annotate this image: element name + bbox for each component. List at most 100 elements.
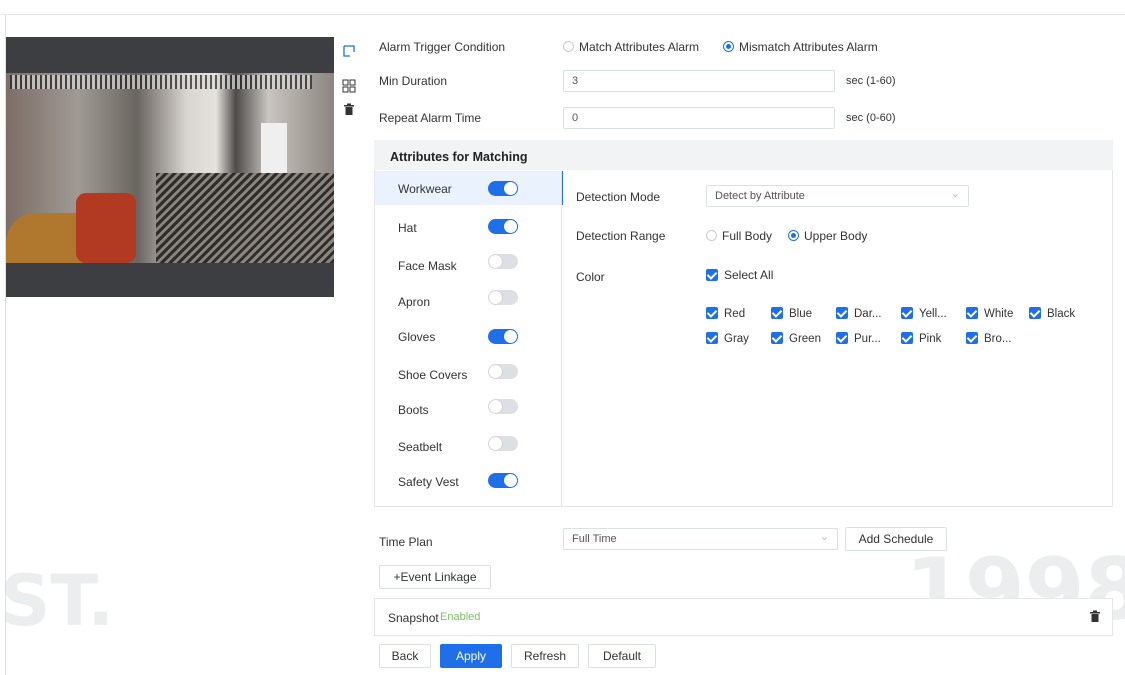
scene-object: [76, 193, 136, 263]
repeat-alarm-unit: sec (0-60): [846, 112, 896, 124]
time-plan-select[interactable]: Full Time: [563, 527, 838, 550]
preview-top-band: [6, 37, 334, 73]
checkbox-icon[interactable]: [966, 332, 978, 344]
radio-icon[interactable]: [788, 230, 799, 241]
event-linkage-button[interactable]: +Event Linkage: [379, 565, 491, 589]
radio-label: Upper Body: [804, 229, 868, 243]
back-button[interactable]: Back: [379, 644, 431, 668]
repeat-alarm-input[interactable]: 0: [563, 107, 835, 129]
checkbox-label: Pink: [919, 333, 942, 345]
video-preview[interactable]: [6, 37, 334, 297]
scene-rail: [10, 75, 312, 89]
checkbox-label: Yell...: [919, 308, 947, 320]
scene-floor: [156, 173, 334, 263]
checkbox-color-green[interactable]: Green: [771, 332, 821, 345]
checkbox-color-pink[interactable]: Pink: [901, 332, 941, 345]
detection-mode-label: Detection Mode: [576, 190, 661, 204]
checkbox-color-white[interactable]: White: [966, 307, 1013, 320]
refresh-button[interactable]: Refresh: [511, 644, 579, 668]
min-duration-input[interactable]: 3: [563, 70, 835, 92]
min-duration-unit: sec (1-60): [846, 75, 896, 87]
checkbox-icon[interactable]: [901, 332, 913, 344]
apply-button[interactable]: Apply: [440, 644, 502, 668]
snapshot-status: Enabled: [440, 611, 481, 623]
attributes-title: Attributes for Matching: [390, 150, 528, 164]
detection-range-label: Detection Range: [576, 229, 666, 243]
snapshot-label: Snapshot: [388, 611, 439, 625]
attribute-seatbelt[interactable]: Seatbelt: [398, 440, 442, 454]
checkbox-icon[interactable]: [771, 332, 783, 344]
toggle-face-mask[interactable]: [488, 254, 518, 269]
alarm-trigger-label: Alarm Trigger Condition: [379, 40, 506, 54]
radio-icon[interactable]: [563, 41, 574, 52]
watermark-logo: ST.: [0, 560, 115, 642]
color-label: Color: [576, 270, 605, 284]
detection-mode-select[interactable]: Detect by Attribute: [706, 184, 969, 207]
radio-upper-body[interactable]: Upper Body: [788, 229, 867, 243]
time-plan-label: Time Plan: [379, 535, 433, 549]
attribute-apron[interactable]: Apron: [398, 295, 430, 309]
attribute-safety-vest[interactable]: Safety Vest: [398, 475, 459, 489]
checkbox-color-brown[interactable]: Bro...: [966, 332, 1011, 345]
checkbox-icon[interactable]: [706, 307, 718, 319]
checkbox-color-gray[interactable]: Gray: [706, 332, 749, 345]
checkbox-color-red[interactable]: Red: [706, 307, 745, 320]
toggle-workwear[interactable]: [488, 181, 518, 196]
checkbox-icon[interactable]: [901, 307, 913, 319]
checkbox-label: Bro...: [984, 333, 1012, 345]
checkbox-label: Green: [789, 333, 821, 345]
attributes-divider: [561, 170, 562, 507]
radio-mismatch-attributes[interactable]: Mismatch Attributes Alarm: [723, 40, 878, 54]
radio-match-attributes[interactable]: Match Attributes Alarm: [563, 40, 699, 54]
checkbox-label: Black: [1047, 308, 1076, 320]
checkbox-color-purple[interactable]: Pur...: [836, 332, 881, 345]
toggle-hat[interactable]: [488, 219, 518, 234]
radio-label: Mismatch Attributes Alarm: [739, 40, 878, 54]
default-button[interactable]: Default: [588, 644, 656, 668]
checkbox-label: White: [984, 308, 1014, 320]
checkbox-icon[interactable]: [836, 307, 848, 319]
attribute-gloves[interactable]: Gloves: [398, 330, 435, 344]
toggle-apron[interactable]: [488, 290, 518, 305]
attribute-hat[interactable]: Hat: [398, 221, 417, 235]
add-schedule-button[interactable]: Add Schedule: [845, 527, 947, 551]
toggle-safety-vest[interactable]: [488, 473, 518, 488]
checkbox-icon[interactable]: [706, 269, 718, 281]
toggle-seatbelt[interactable]: [488, 436, 518, 451]
checkbox-color-yellow[interactable]: Yell...: [901, 307, 947, 320]
toggle-boots[interactable]: [488, 399, 518, 414]
checkbox-icon[interactable]: [966, 307, 978, 319]
checkbox-label: Dar...: [854, 308, 882, 320]
radio-icon[interactable]: [706, 230, 717, 241]
min-duration-label: Min Duration: [379, 74, 448, 88]
checkbox-icon[interactable]: [706, 332, 718, 344]
toggle-gloves[interactable]: [488, 329, 518, 344]
trash-icon[interactable]: [341, 103, 357, 119]
radio-label: Match Attributes Alarm: [579, 40, 700, 54]
attribute-boots[interactable]: Boots: [398, 403, 429, 417]
attribute-face-mask[interactable]: Face Mask: [398, 259, 457, 273]
checkbox-label: Pur...: [854, 333, 881, 345]
draw-rule-icon[interactable]: [341, 44, 357, 60]
radio-full-body[interactable]: Full Body: [706, 229, 772, 243]
checkbox-label: Blue: [789, 308, 813, 320]
radio-icon[interactable]: [723, 41, 734, 52]
snapshot-row[interactable]: [374, 598, 1113, 636]
checkbox-select-all[interactable]: Select All: [706, 268, 773, 282]
checkbox-icon[interactable]: [1029, 307, 1041, 319]
checkbox-color-black[interactable]: Black: [1029, 307, 1075, 320]
grid-icon[interactable]: [341, 79, 357, 95]
attribute-shoe-covers[interactable]: Shoe Covers: [398, 368, 467, 382]
checkbox-label: Select All: [724, 268, 774, 282]
checkbox-icon[interactable]: [771, 307, 783, 319]
preview-scene: [6, 73, 334, 273]
checkbox-color-blue[interactable]: Blue: [771, 307, 812, 320]
attribute-workwear[interactable]: Workwear: [398, 182, 452, 196]
trash-icon[interactable]: [1087, 610, 1103, 626]
checkbox-label: Gray: [724, 333, 749, 345]
checkbox-icon[interactable]: [836, 332, 848, 344]
repeat-alarm-label: Repeat Alarm Time: [379, 111, 482, 125]
preview-bottom-band: [6, 263, 334, 297]
toggle-shoe-covers[interactable]: [488, 364, 518, 379]
checkbox-color-dark[interactable]: Dar...: [836, 307, 881, 320]
